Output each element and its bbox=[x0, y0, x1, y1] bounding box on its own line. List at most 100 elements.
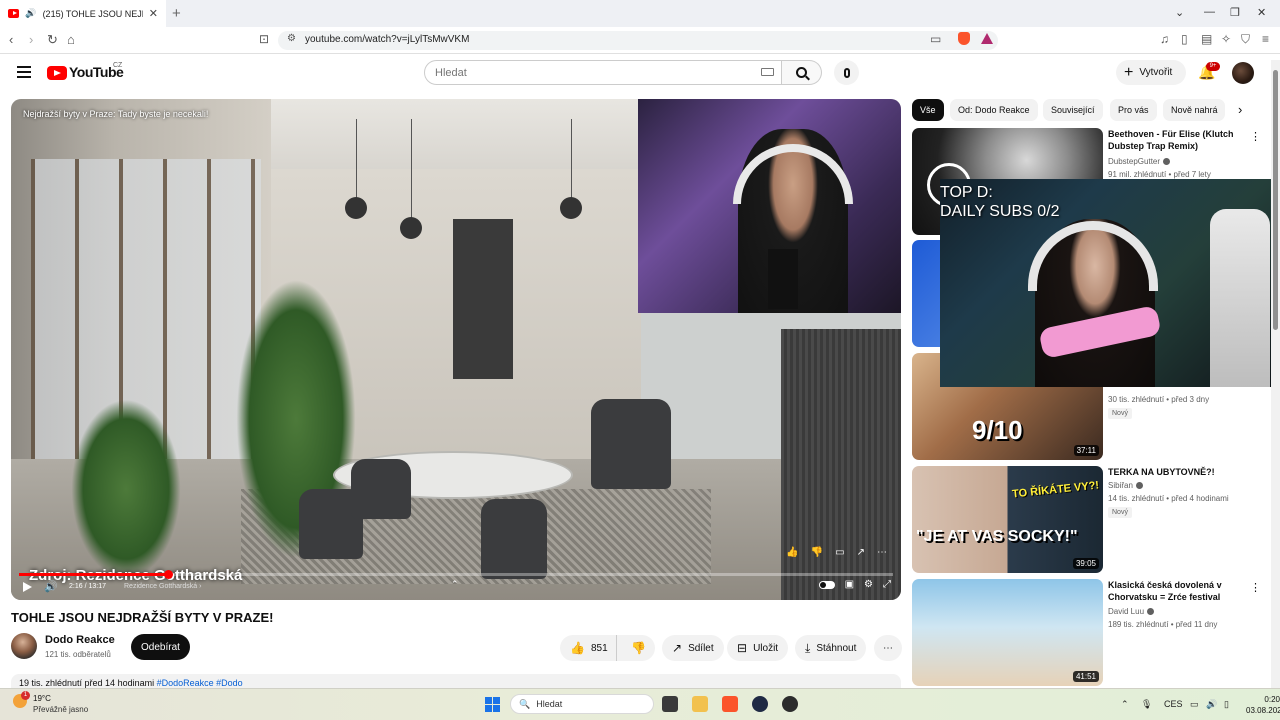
rec-channel[interactable]: Sibiřan bbox=[1108, 481, 1143, 490]
rec-thumbnail[interactable]: 41:51 bbox=[912, 579, 1103, 686]
rec-title[interactable]: Klasická česká dovolená v Chorvatsku = Z… bbox=[1108, 579, 1244, 603]
video-player[interactable]: Nejdražší byty v Praze: Tady byste je ne… bbox=[11, 99, 901, 600]
app-icon[interactable] bbox=[752, 696, 768, 712]
share-button[interactable]: ↗ Sdílet bbox=[662, 635, 724, 661]
autoplay-toggle[interactable] bbox=[818, 580, 835, 589]
brave-shields-icon[interactable] bbox=[958, 32, 970, 45]
chip-for-you[interactable]: Pro vás bbox=[1110, 99, 1157, 121]
back-icon[interactable]: ‹ bbox=[9, 32, 13, 47]
search-button[interactable] bbox=[782, 60, 822, 85]
minimize-button[interactable]: — bbox=[1204, 6, 1215, 18]
like-icon[interactable]: 👍 bbox=[786, 547, 798, 558]
close-tab-icon[interactable]: ✕ bbox=[149, 7, 158, 20]
chip-recently-uploaded[interactable]: Nově nahrá bbox=[1163, 99, 1225, 121]
volume-tray-icon[interactable]: 🔊 bbox=[1206, 699, 1217, 710]
subscribe-button[interactable]: Odebírat bbox=[131, 634, 190, 660]
maximize-button[interactable]: ❐ bbox=[1230, 6, 1240, 19]
rec-more-icon[interactable]: ⋮ bbox=[1250, 581, 1261, 594]
media-icon[interactable]: ♫ bbox=[1160, 32, 1169, 46]
more-actions-button[interactable]: ⋯ bbox=[874, 635, 902, 661]
account-avatar[interactable] bbox=[1232, 62, 1254, 84]
thumbnail-quote-text: "JE AT VAS SOCKY!" bbox=[916, 528, 1078, 545]
subtitles-icon[interactable]: ▣ bbox=[845, 579, 854, 590]
youtube-logo-icon[interactable] bbox=[47, 66, 67, 80]
cast-icon[interactable]: ▭ bbox=[930, 32, 941, 46]
rec-meta: 189 tis. zhlédnutí • před 11 dny bbox=[1108, 620, 1218, 629]
voice-search-button[interactable] bbox=[834, 60, 859, 85]
chevron-up-icon[interactable]: ⌃ bbox=[451, 579, 459, 590]
taskbar-search[interactable]: 🔍 Hledat bbox=[510, 694, 654, 714]
browser-tab-active[interactable]: 🔊 (215) TOHLE JSOU NEJDRAŽŠÍ ✕ bbox=[0, 0, 166, 27]
fullscreen-icon[interactable]: ⤢ bbox=[883, 579, 891, 590]
tab-title: (215) TOHLE JSOU NEJDRAŽŠÍ bbox=[42, 8, 143, 19]
bookmark-icon[interactable]: ⊡ bbox=[259, 32, 269, 46]
system-clock[interactable]: 0:20 03.08.2026 bbox=[1246, 694, 1280, 716]
home-icon[interactable]: ⌂ bbox=[67, 32, 75, 47]
rec-channel[interactable]: David Luu bbox=[1108, 607, 1155, 616]
rec-channel[interactable]: DubstepGutter bbox=[1108, 157, 1171, 166]
network-icon[interactable]: ▭ bbox=[1190, 699, 1199, 710]
rec-more-icon[interactable]: ⋮ bbox=[1250, 130, 1261, 143]
weather-description[interactable]: Převážně jasno bbox=[33, 705, 88, 714]
forward-icon[interactable]: › bbox=[29, 32, 33, 47]
battery-icon[interactable]: ▯ bbox=[1224, 699, 1229, 710]
lamp-wire bbox=[411, 119, 412, 219]
play-icon[interactable] bbox=[23, 582, 32, 592]
chip-from-channel[interactable]: Od: Dodo Reakce bbox=[950, 99, 1038, 121]
dislike-icon[interactable]: 👎 bbox=[811, 547, 823, 558]
close-window-button[interactable]: ✕ bbox=[1257, 6, 1266, 19]
hashtags[interactable]: #DodoReakce #Dodo bbox=[157, 678, 243, 688]
like-button[interactable]: 👍 851 bbox=[560, 635, 617, 661]
temperature[interactable]: 19°C bbox=[33, 694, 51, 703]
language-indicator[interactable]: CES bbox=[1164, 699, 1183, 709]
tab-search-icon[interactable]: ⌄ bbox=[1175, 6, 1184, 19]
comment-icon[interactable]: ▭ bbox=[835, 547, 844, 558]
save-button[interactable]: ⊟ Uložit bbox=[727, 635, 789, 661]
windows-start-icon[interactable] bbox=[485, 697, 500, 712]
thumbnail-score-text: 9/10 bbox=[972, 415, 1023, 445]
settings-gear-icon[interactable]: ⚙ bbox=[864, 579, 873, 590]
site-settings-icon[interactable]: ⚙ bbox=[287, 33, 296, 44]
url-text[interactable]: youtube.com/watch?v=jLylTsMwVKM bbox=[305, 34, 469, 45]
microphone-tray-icon[interactable]: 🎙 bbox=[1141, 699, 1152, 710]
sidebar-icon[interactable]: ▯ bbox=[1181, 32, 1188, 46]
progress-bar[interactable] bbox=[19, 570, 893, 579]
leo-icon[interactable]: ✧ bbox=[1221, 32, 1231, 46]
download-button[interactable]: ⤓ Stáhnout bbox=[795, 635, 867, 661]
speaker-icon[interactable]: 🔊 bbox=[25, 8, 36, 19]
keyboard-icon[interactable] bbox=[761, 68, 774, 76]
rec-thumbnail[interactable]: "JE AT VAS SOCKY!" TO ŘÍKÁTE VY?! 39:05 bbox=[912, 466, 1103, 573]
plus-icon: + bbox=[1124, 63, 1134, 81]
vpn-icon[interactable]: ⛉ bbox=[1241, 32, 1250, 47]
chip-related[interactable]: Související bbox=[1043, 99, 1103, 121]
chevron-up-icon[interactable]: ⌃ bbox=[1121, 699, 1129, 710]
chevron-right-icon[interactable]: › bbox=[1238, 102, 1242, 117]
thumbs-down-icon: 👎 bbox=[631, 641, 647, 655]
menu-icon[interactable]: ≡ bbox=[1262, 32, 1269, 46]
task-view-icon[interactable] bbox=[662, 696, 678, 712]
brave-rewards-icon[interactable] bbox=[981, 33, 993, 44]
hamburger-menu-icon[interactable] bbox=[17, 66, 31, 78]
rec-title[interactable]: Beethoven - Für Elise (Klutch Dubstep Tr… bbox=[1108, 128, 1244, 152]
reload-icon[interactable]: ↻ bbox=[47, 32, 58, 48]
share-icon[interactable]: ↗ bbox=[857, 547, 865, 558]
wallet-icon[interactable]: ▤ bbox=[1201, 32, 1212, 46]
new-tab-button[interactable]: + bbox=[172, 5, 181, 22]
create-button[interactable]: + Vytvořit bbox=[1116, 60, 1186, 85]
brave-browser-icon[interactable] bbox=[722, 696, 738, 712]
search-input[interactable] bbox=[424, 60, 782, 85]
rec-title[interactable]: TERKA NA UBYTOVNĚ?! bbox=[1108, 466, 1244, 478]
channel-name[interactable]: Dodo Reakce bbox=[45, 634, 115, 646]
scrollbar-thumb[interactable] bbox=[1273, 70, 1278, 330]
thumbs-up-icon: 👍 bbox=[570, 641, 585, 655]
volume-icon[interactable]: 🔊 bbox=[44, 580, 58, 593]
dislike-button[interactable]: 👎 bbox=[623, 641, 656, 655]
overlay-line-1: TOP D: bbox=[940, 184, 993, 201]
channel-avatar[interactable] bbox=[11, 633, 37, 659]
file-explorer-icon[interactable] bbox=[692, 696, 708, 712]
chip-all[interactable]: Vše bbox=[912, 99, 944, 121]
more-icon[interactable]: ⋯ bbox=[877, 547, 887, 558]
streaming-mic bbox=[768, 249, 798, 309]
chapter-title[interactable]: Rezidence Gotthardská › bbox=[124, 583, 201, 590]
obs-icon[interactable] bbox=[782, 696, 798, 712]
